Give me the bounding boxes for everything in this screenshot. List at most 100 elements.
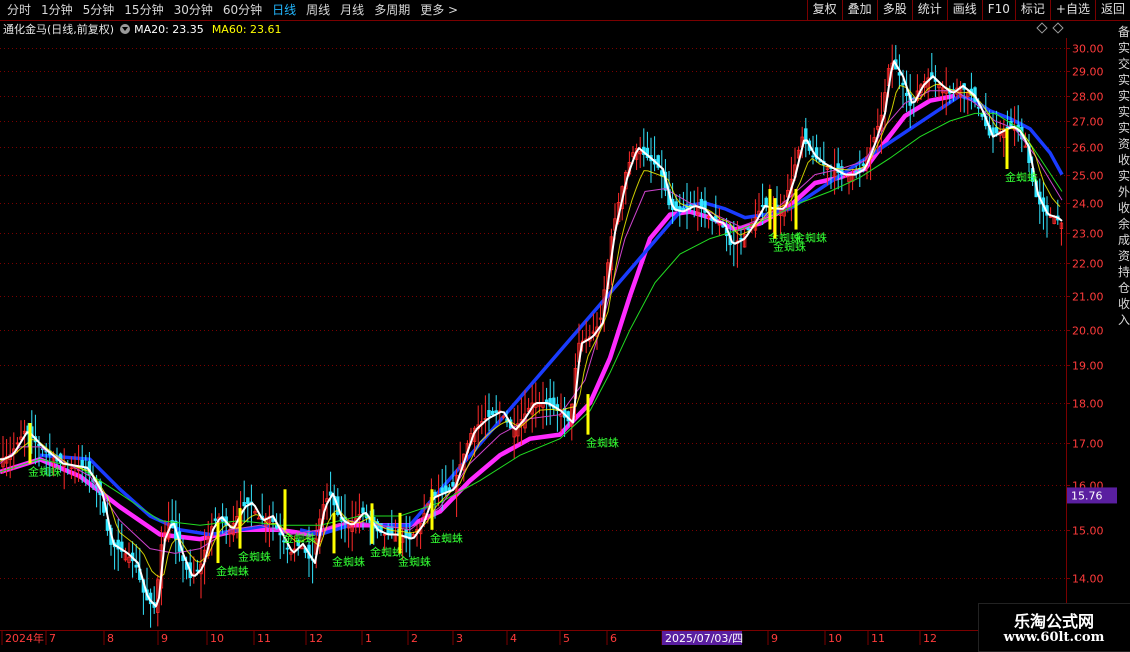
trend-band [0, 93, 1064, 542]
toolbar-button[interactable]: 标记 [1014, 0, 1050, 20]
candle-body [681, 207, 686, 211]
toolbar-button[interactable]: 返回 [1094, 0, 1130, 20]
date-tick-label: 11 [257, 632, 271, 645]
period-tab[interactable]: 周线 [301, 0, 335, 20]
price-tick-label: 18.00 [1072, 398, 1104, 411]
candle-body [278, 532, 282, 536]
period-tab[interactable]: 60分钟 [218, 0, 267, 20]
price-tick-label: 19.00 [1072, 360, 1104, 373]
date-tick-label: 12 [923, 632, 937, 645]
period-tab[interactable]: 更多 > [415, 0, 463, 20]
period-tab[interactable]: 多周期 [369, 0, 415, 20]
price-tick-label: 21.00 [1072, 291, 1104, 304]
price-tick-label: 24.00 [1072, 198, 1104, 211]
signal-label: 金蜘蛛 [216, 564, 249, 578]
side-panel-text: 备实交实实实实资收实外收余成资持仓收入 [1118, 25, 1130, 327]
period-tab[interactable]: 15分钟 [119, 0, 168, 20]
stock-title: 通化金马(日线,前复权) [3, 23, 115, 36]
ma20-readout: MA20: 23.35 [134, 22, 204, 36]
chevron-down-icon[interactable] [120, 24, 131, 34]
signal-marker [398, 512, 402, 554]
period-tab[interactable]: 5分钟 [78, 0, 120, 20]
candle-body [134, 564, 138, 568]
period-tab[interactable]: 月线 [335, 0, 369, 20]
candle-body [447, 487, 452, 491]
current-price-label: 15.76 [1071, 489, 1103, 502]
date-tick-label: 11 [871, 632, 885, 645]
signal-label: 金蜘蛛 [430, 531, 463, 545]
toolbar-button[interactable]: +自选 [1049, 0, 1095, 20]
candle-body [195, 569, 200, 572]
toolbar-button[interactable]: 叠加 [841, 0, 877, 20]
date-tick-label: 7 [49, 632, 56, 645]
period-tabs: 分时 1分钟 5分钟 15分钟 30分钟 60分钟 日线 周线 月线 多周期 更多 > [2, 0, 463, 20]
date-tick-label: 2025/07/03/四 [665, 632, 743, 645]
moving-averages [0, 60, 1063, 608]
price-tick-label: 20.00 [1072, 325, 1104, 338]
candle-body [760, 205, 765, 207]
ma5-line [0, 60, 1063, 608]
candle-body [721, 225, 725, 228]
signal-marker [238, 508, 242, 549]
period-toolbar: 分时 1分钟 5分钟 15分钟 30分钟 60分钟 日线 周线 月线 多周期 更多 > 复权 叠加 多股… [0, 0, 1130, 21]
signal-marker [773, 198, 777, 239]
signal-marker [794, 189, 798, 230]
candle-body [487, 410, 491, 417]
signal-label: 金蜘蛛 [283, 531, 316, 545]
candle-body [285, 547, 290, 550]
date-tick-label: 6 [610, 632, 617, 645]
toolbar-button[interactable]: 多股 [876, 0, 912, 20]
toolbar-button[interactable]: 统计 [911, 0, 947, 20]
candle-body [361, 507, 365, 514]
candle-body [444, 485, 448, 492]
watermark-title: 乐淘公式网 [1013, 612, 1094, 631]
candle-body [246, 497, 250, 505]
signal-marker [430, 489, 434, 530]
candle-body [213, 518, 218, 521]
band-upper-line [380, 94, 1064, 527]
signal-marker [586, 394, 590, 435]
price-tick-label: 25.00 [1072, 170, 1104, 183]
candle-body [256, 517, 261, 520]
candle-body [901, 82, 905, 86]
date-tick-label: 10 [828, 632, 842, 645]
toolbar-button[interactable]: 复权 [806, 0, 842, 20]
signal-marker [768, 189, 772, 230]
candle-body [494, 410, 498, 414]
ma20-line [0, 90, 1063, 554]
date-tick-label: 8 [107, 632, 114, 645]
candle-body [811, 155, 815, 158]
date-tick-label: 2 [411, 632, 418, 645]
date-tick-label: 10 [210, 632, 224, 645]
ma60-readout: MA60: 23.61 [211, 22, 282, 36]
date-tick-label: 9 [771, 632, 778, 645]
price-tick-label: 15.00 [1072, 525, 1104, 538]
candle-body [861, 163, 866, 166]
price-tick-label: 29.00 [1072, 66, 1104, 79]
period-tab[interactable]: 1分钟 [36, 0, 78, 20]
signal-marker [28, 423, 32, 464]
toolbar-button[interactable]: 画线 [946, 0, 982, 20]
price-tick-label: 22.00 [1072, 258, 1104, 271]
toolbar-buttons: 复权 叠加 多股 统计 画线 F10 标记 +自选 返回 [806, 0, 1130, 20]
candle-body [994, 127, 999, 134]
period-tab[interactable]: 30分钟 [169, 0, 218, 20]
candle-body [451, 482, 455, 487]
date-tick-label: 4 [510, 632, 517, 645]
candle-body [904, 92, 909, 96]
signal-label: 金蜘蛛 [794, 231, 827, 245]
price-axis: 14.0015.0016.0017.0018.0019.0020.0021.00… [1066, 38, 1117, 650]
watermark-logo: 乐淘公式网 www.60lt.com [978, 603, 1130, 652]
candle-body [433, 491, 437, 497]
price-tick-label: 27.00 [1072, 116, 1104, 129]
signal-marker [283, 489, 287, 530]
ma60-line [0, 112, 1063, 526]
signal-label: 金蜘蛛 [28, 465, 61, 479]
toolbar-button[interactable]: F10 [981, 0, 1015, 20]
chevron-right-icon: > [444, 3, 459, 17]
period-tab[interactable]: 分时 [2, 0, 36, 20]
candlestick-chart[interactable]: 金蜘蛛金蜘蛛金蜘蛛金蜘蛛金蜘蛛金蜘蛛金蜘蛛金蜘蛛金蜘蛛金蜘蛛金蜘蛛金蜘蛛金蜘蛛 … [0, 0, 1130, 650]
candle-body [746, 228, 750, 231]
period-tab[interactable]: 日线 [267, 0, 301, 20]
candle-body [242, 502, 246, 507]
